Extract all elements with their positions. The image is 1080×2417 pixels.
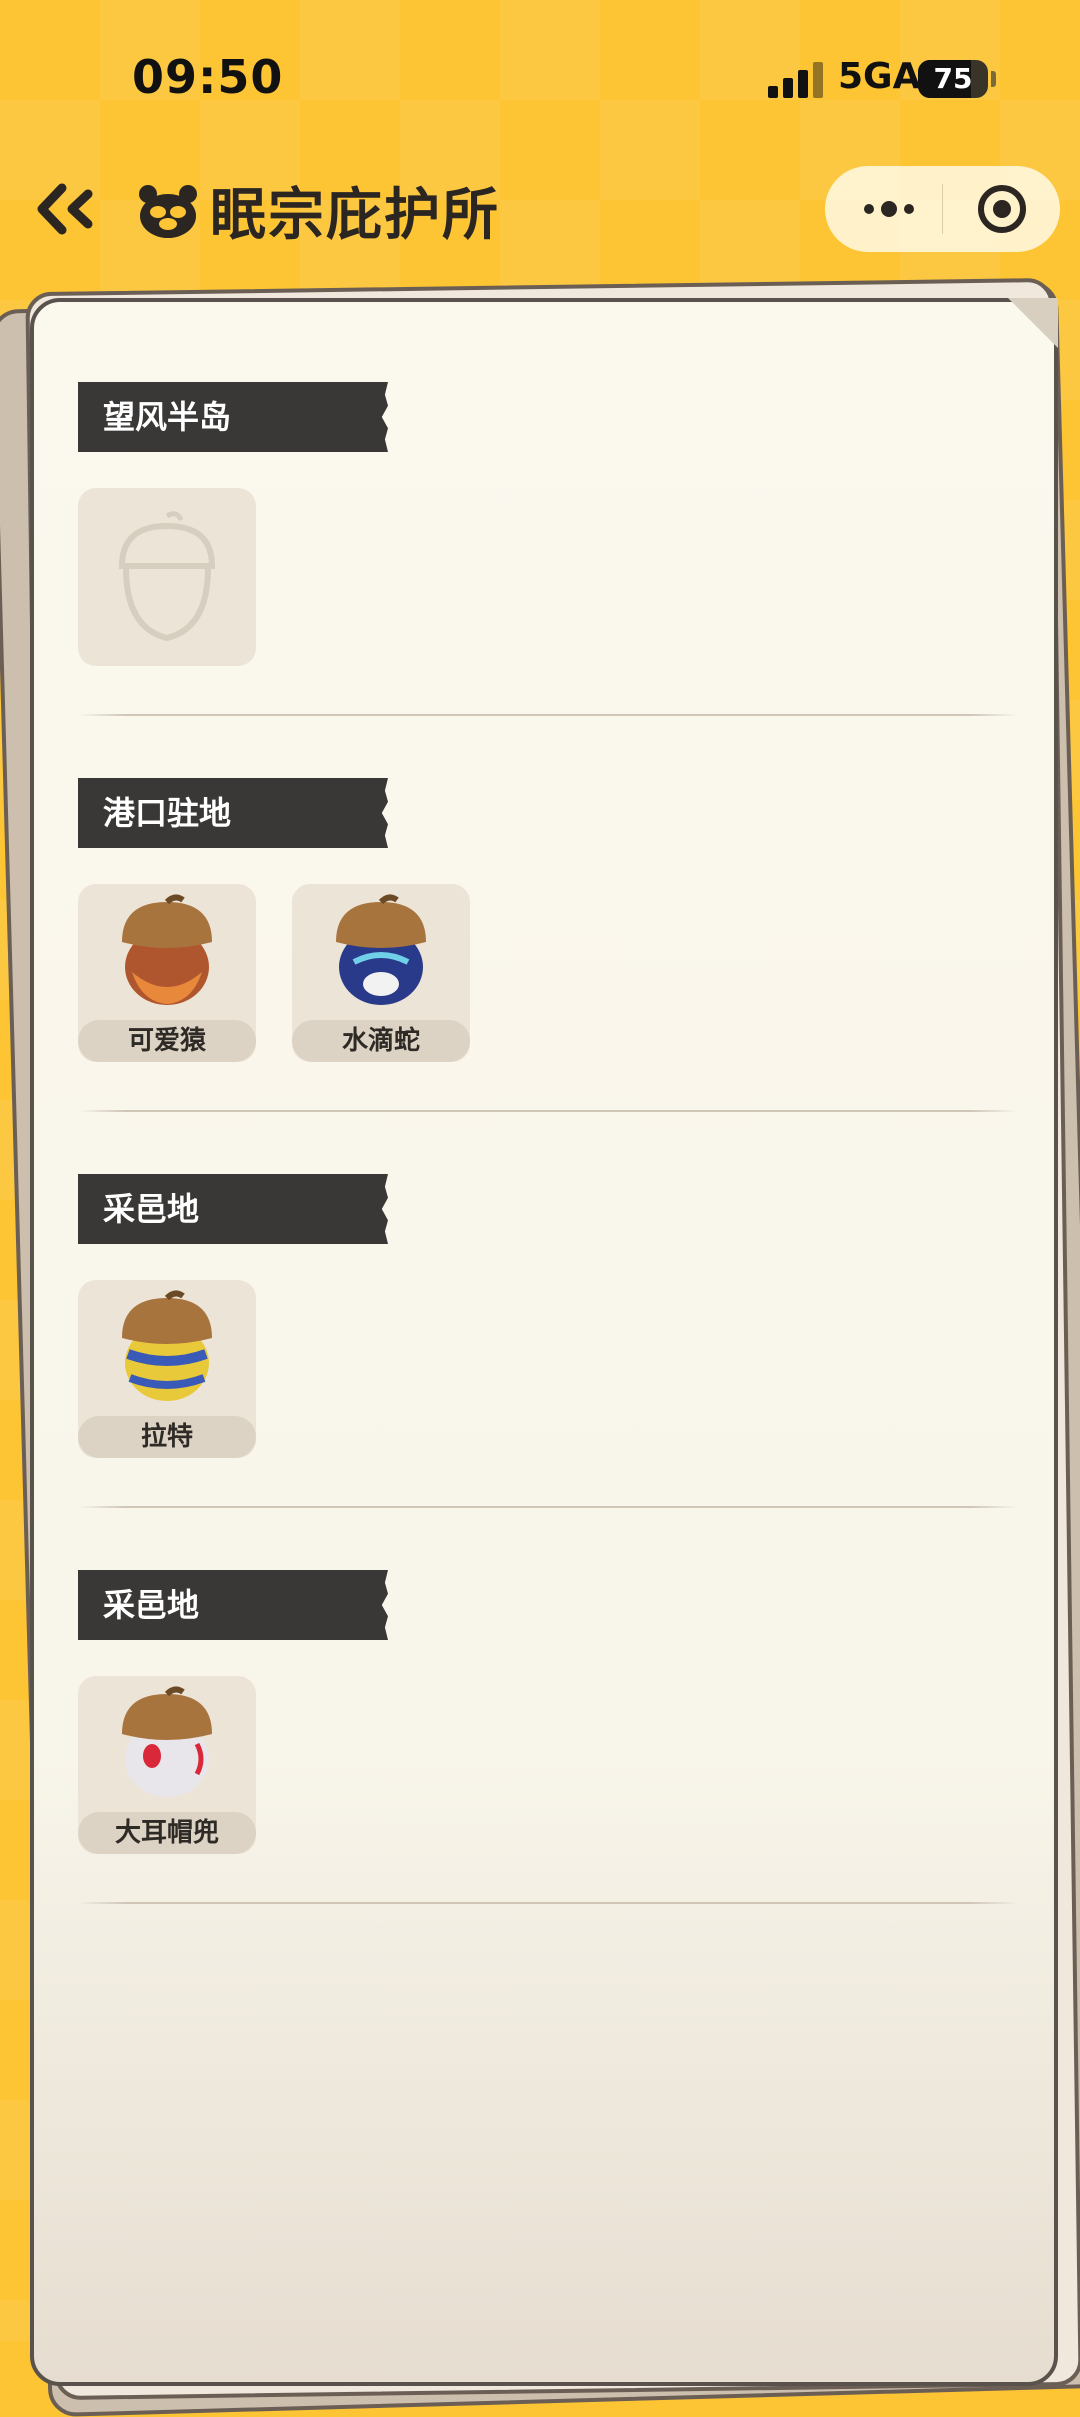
- section-region: 望风半岛: [78, 382, 1018, 668]
- item-list: 拉特: [78, 1280, 1018, 1460]
- pal-name: 大耳帽兜: [78, 1812, 256, 1854]
- region-banner: 港口驻地: [78, 778, 388, 848]
- capsule-divider: [942, 184, 943, 234]
- pal-name: 水滴蛇: [292, 1020, 470, 1062]
- section-region: 港口驻地 可爱猿 水滴蛇: [78, 778, 1018, 1064]
- pal-name: 可爱猿: [78, 1020, 256, 1062]
- signal-icon: [768, 60, 824, 98]
- double-chevron-left-icon: [37, 183, 93, 235]
- acorn-pal-icon: [336, 894, 426, 1005]
- battery-icon: 75: [918, 60, 988, 98]
- acorn-pal-icon: [122, 1686, 212, 1797]
- pal-name: 拉特: [78, 1416, 256, 1458]
- acorn-outline-icon: [118, 511, 216, 642]
- more-icon[interactable]: [859, 194, 919, 224]
- item-list: [78, 488, 1018, 668]
- mascot-icon: [136, 180, 200, 240]
- back-button[interactable]: [30, 174, 100, 244]
- status-bar: 09:50 5GA 75: [0, 0, 1080, 150]
- corner-fold: [1008, 298, 1058, 348]
- item-list: 大耳帽兜: [78, 1676, 1018, 1856]
- battery-tip: [991, 71, 996, 87]
- status-time: 09:50: [132, 50, 284, 104]
- content-paper: 望风半岛 港口驻地 可爱猿 水滴蛇 采邑地 拉特 采邑地 大耳帽兜: [30, 298, 1058, 2386]
- region-banner: 采邑地: [78, 1174, 388, 1244]
- acorn-pal-icon: [122, 894, 212, 1005]
- nav-bar: 眠宗庇护所: [0, 160, 1080, 260]
- miniprogram-capsule: [825, 166, 1060, 252]
- page-title: 眠宗庇护所: [210, 183, 500, 248]
- region-banner: 采邑地: [78, 1570, 388, 1640]
- network-type: 5GA: [838, 56, 921, 97]
- pal-card[interactable]: 水滴蛇: [292, 884, 470, 1062]
- pal-card[interactable]: 大耳帽兜: [78, 1676, 256, 1854]
- pal-card[interactable]: 可爱猿: [78, 884, 256, 1062]
- acorn-pal-icon: [122, 1290, 212, 1401]
- battery-level: 75: [933, 62, 973, 95]
- section-region: 采邑地 拉特: [78, 1174, 1018, 1460]
- section-divider: [78, 714, 1018, 716]
- pal-card[interactable]: 拉特: [78, 1280, 256, 1458]
- item-list: 可爱猿 水滴蛇: [78, 884, 1018, 1064]
- section-region: 采邑地 大耳帽兜: [78, 1570, 1018, 1856]
- region-banner: 望风半岛: [78, 382, 388, 452]
- section-divider: [78, 1902, 1018, 1904]
- empty-slot: [78, 488, 256, 666]
- section-divider: [78, 1110, 1018, 1112]
- close-target-icon[interactable]: [975, 182, 1029, 236]
- section-divider: [78, 1506, 1018, 1508]
